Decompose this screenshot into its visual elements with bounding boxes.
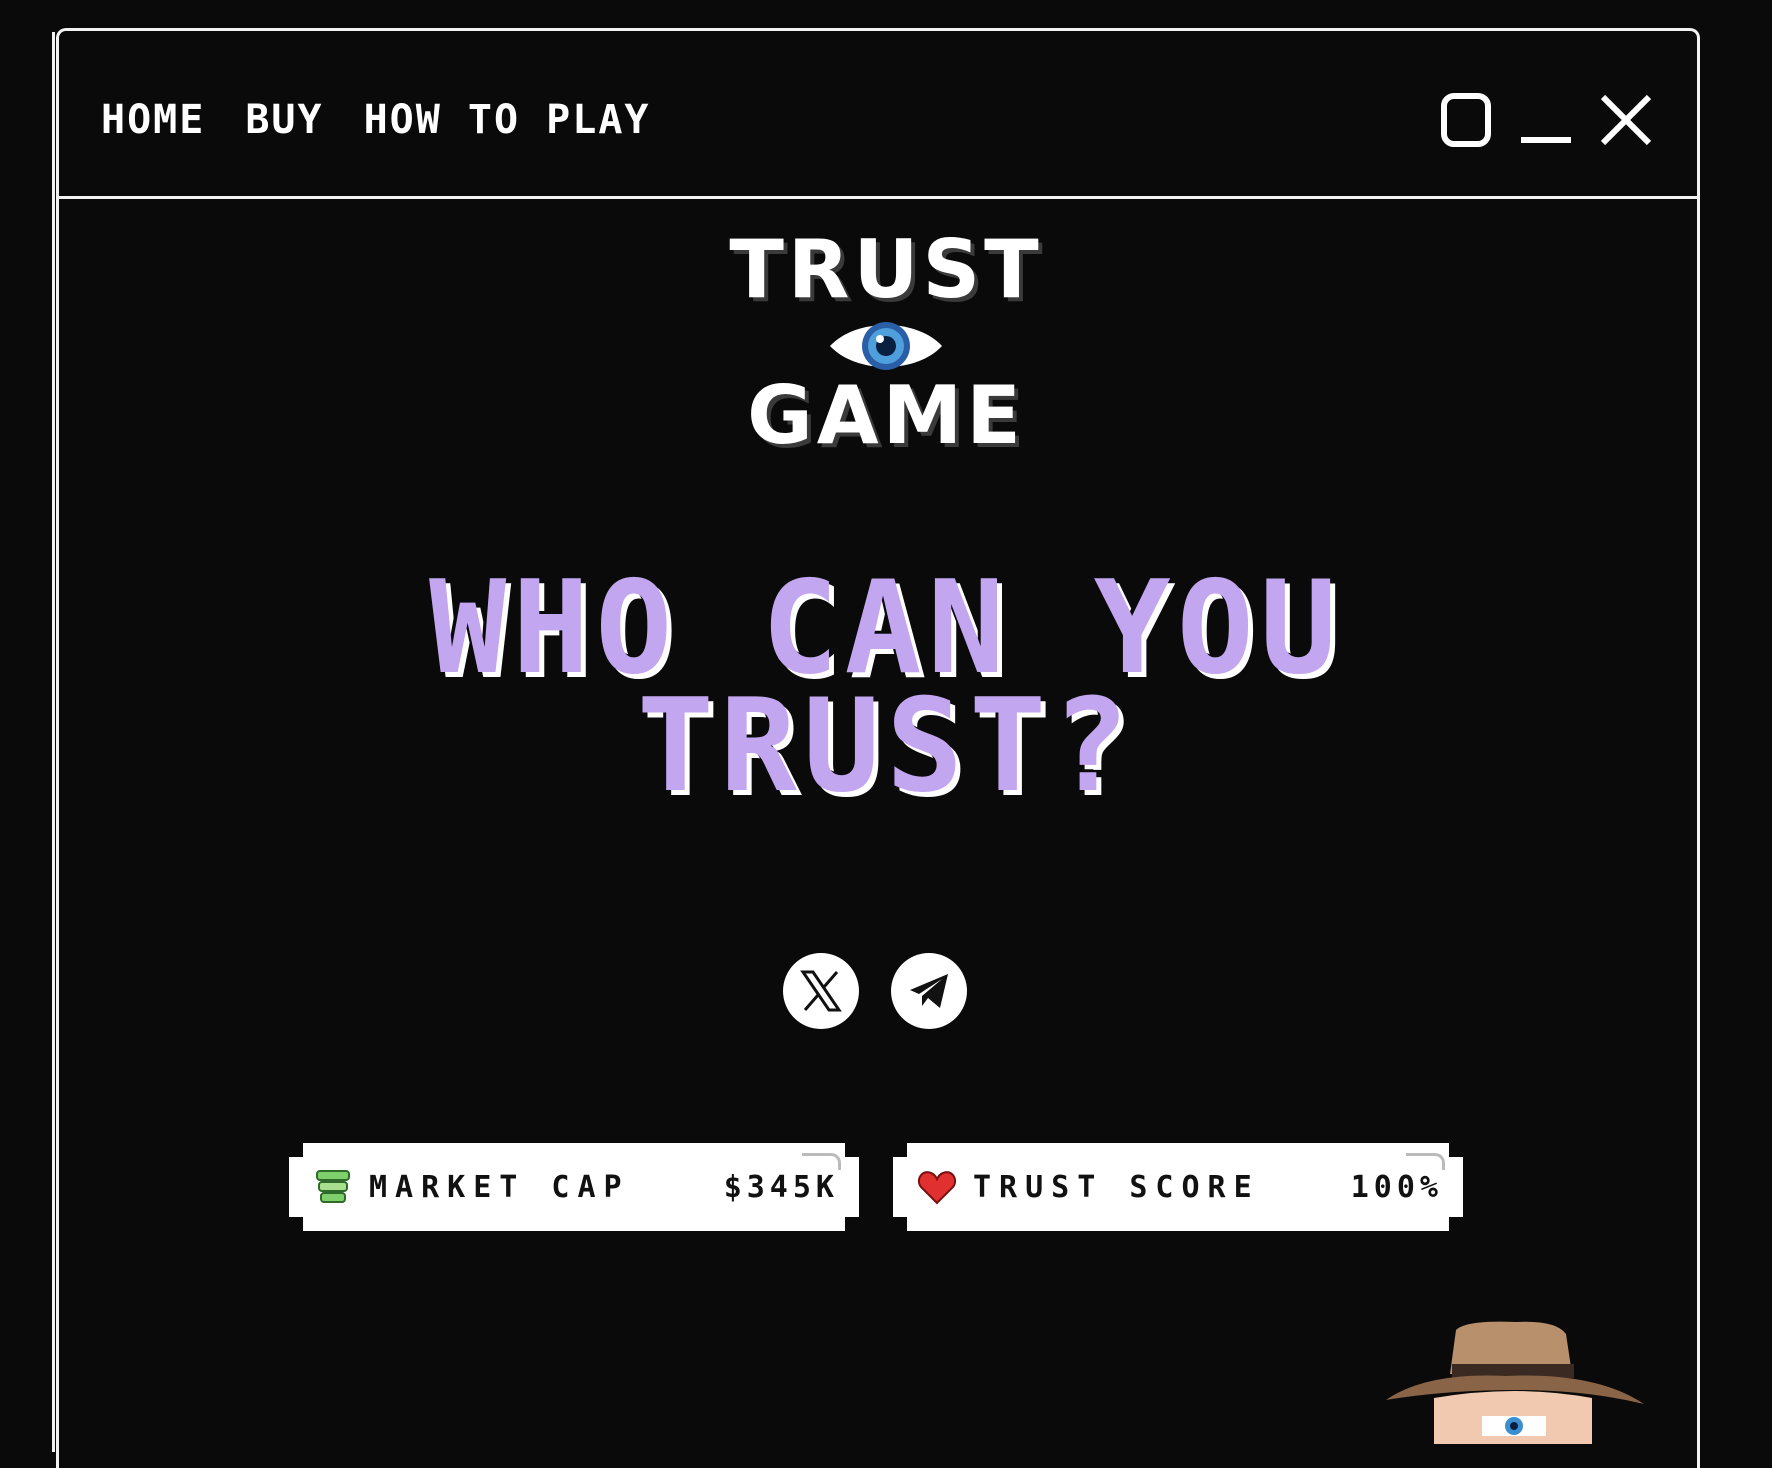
window-controls [1439,93,1653,147]
x-icon [800,970,842,1012]
x-social-button[interactable] [783,953,859,1029]
money-stack-icon [313,1167,353,1207]
title-bar: HOME BUY HOW TO PLAY [59,31,1697,199]
nav-buy-link[interactable]: BUY [245,97,323,143]
card-corner-decoration [1406,1153,1445,1170]
logo-word-bottom: GAME [747,369,1025,462]
eye-icon [830,322,942,370]
trust-game-logo: TRUST GAME [0,230,1772,456]
card-corner-decoration [802,1153,841,1170]
headline-line-2: TRUST? [636,672,1136,821]
headline-line-1: WHO CAN YOU [429,554,1343,703]
main-nav: HOME BUY HOW TO PLAY [101,97,650,143]
detective-character-image [1386,1321,1644,1444]
trust-score-card: TRUST SCORE 100% [893,1143,1463,1231]
trust-score-value: 100% [1350,1169,1443,1205]
logo-word-top: TRUST [729,223,1043,316]
telegram-social-button[interactable] [891,953,967,1029]
minimize-icon[interactable] [1519,93,1573,147]
nav-how-to-play-link[interactable]: HOW TO PLAY [364,97,651,143]
nav-home-link[interactable]: HOME [101,97,205,143]
social-links [783,953,967,1029]
hero-headline: WHO CAN YOU TRUST? [0,554,1772,821]
heart-icon [917,1167,957,1207]
market-cap-value: $345K [723,1169,839,1205]
trust-score-label: TRUST SCORE [973,1169,1260,1205]
market-cap-label: MARKET CAP [369,1169,630,1205]
maximize-icon[interactable] [1439,93,1493,147]
market-cap-card: MARKET CAP $345K [289,1143,859,1231]
telegram-icon [910,974,948,1008]
close-icon[interactable] [1599,93,1653,147]
